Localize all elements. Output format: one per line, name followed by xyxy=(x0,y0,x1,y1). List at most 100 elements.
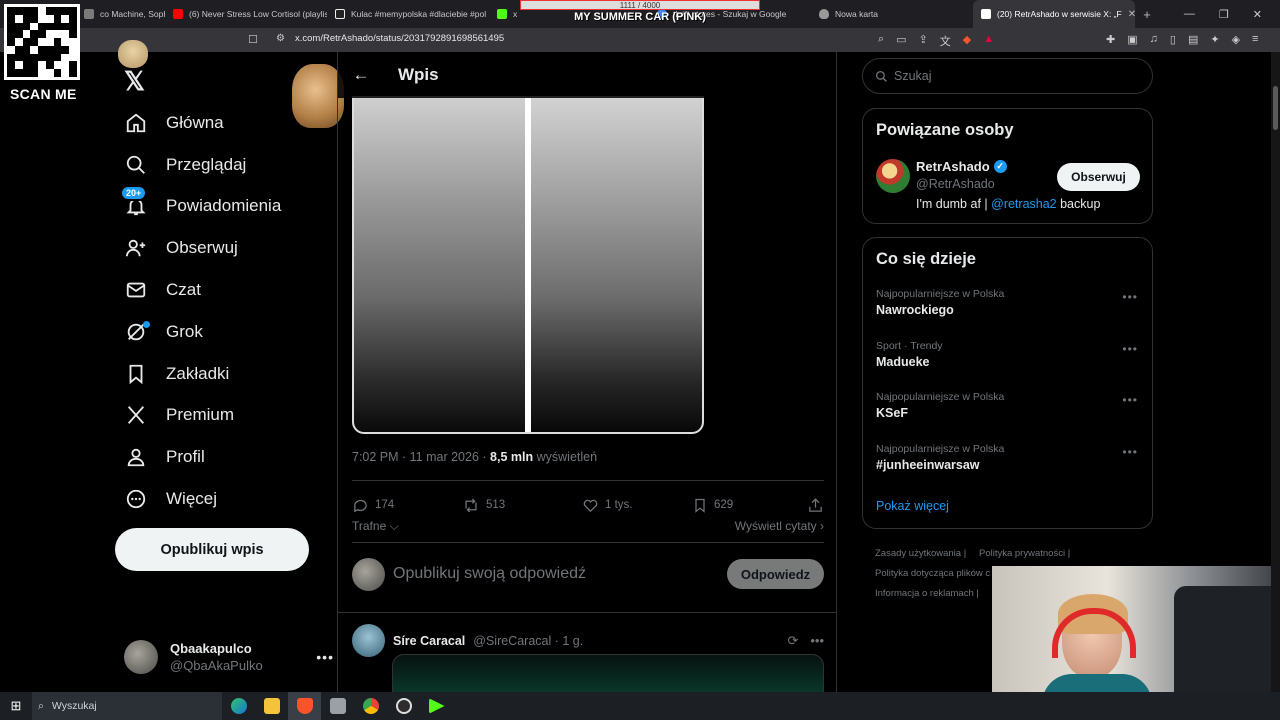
reply-button[interactable]: Odpowiedz xyxy=(727,559,824,589)
page-scrollbar[interactable] xyxy=(1271,52,1280,692)
share-action[interactable] xyxy=(807,497,824,514)
tab-active[interactable]: (20) RetrAshado w serwisie X: „F ✕ xyxy=(973,0,1135,28)
divider xyxy=(352,542,824,543)
extensions-icon[interactable]: ✚ xyxy=(1106,33,1115,46)
account-switcher[interactable]: Qbaakapulco @QbaAkaPulko ••• xyxy=(124,636,334,678)
search-input[interactable]: Szukaj xyxy=(862,58,1153,94)
rewards-icon[interactable]: ▲ xyxy=(983,33,994,49)
sidebar-toggle-icon[interactable]: ▯ xyxy=(1170,33,1176,46)
back-arrow-icon[interactable]: ← xyxy=(338,65,384,85)
cookies-link[interactable]: Polityka dotycząca plików c xyxy=(875,564,1005,584)
nav-bookmarks[interactable]: Zakładki xyxy=(112,353,281,395)
nav-label: Premium xyxy=(166,405,235,425)
post-time[interactable]: 7:02 PM · 11 mar 2026 · xyxy=(352,450,487,464)
person-handle[interactable]: @RetrAshado xyxy=(916,177,995,191)
music-icon[interactable]: ♫ xyxy=(1150,33,1158,46)
avatar[interactable] xyxy=(352,624,385,657)
nav-notifications[interactable]: 20+ Powiadomienia xyxy=(112,184,281,228)
menu-icon[interactable]: ≡ xyxy=(1252,33,1258,46)
trend-name: KSeF xyxy=(876,406,908,420)
post-button[interactable]: Opublikuj wpis xyxy=(115,528,309,571)
nav-chat[interactable]: Czat xyxy=(112,269,281,311)
person-name[interactable]: RetrAshado ✓ xyxy=(916,159,1007,174)
minimize-icon[interactable]: — xyxy=(1184,8,1195,21)
brave-shield-icon[interactable]: ◆ xyxy=(963,33,971,49)
obs-icon[interactable] xyxy=(387,692,420,720)
vpn-icon[interactable]: ◈ xyxy=(1232,33,1240,46)
share-icon[interactable]: ⇪ xyxy=(919,33,928,49)
privacy-link[interactable]: Polityka prywatności | xyxy=(979,544,1089,564)
nav-grok[interactable]: Grok xyxy=(112,311,281,353)
nav-explore[interactable]: Przeglądaj xyxy=(112,144,281,186)
more-dots-icon[interactable]: ••• xyxy=(810,633,824,649)
nav-home[interactable]: Główna xyxy=(112,102,281,144)
screenshot-icon[interactable]: ▭ xyxy=(896,33,906,49)
close-window-icon[interactable]: ✕ xyxy=(1253,8,1262,21)
tab-2[interactable]: (6) Never Stress Low Cortisol (playlis xyxy=(165,0,327,28)
trend-item[interactable]: Najpopularniejsze w Polska Nawrockiego •… xyxy=(876,288,1140,317)
reply-action[interactable]: 174 xyxy=(352,497,462,514)
new-tab-icon[interactable]: + xyxy=(1135,7,1159,22)
kick-app-icon[interactable] xyxy=(420,692,453,720)
nav-premium[interactable]: Premium xyxy=(112,395,281,437)
divider xyxy=(338,612,836,613)
nav-label: Profil xyxy=(166,447,205,467)
main-nav: Główna Przeglądaj 20+ Powiadomienia Obse… xyxy=(112,102,281,520)
wallet2-icon[interactable]: ▤ xyxy=(1188,33,1198,46)
trend-item[interactable]: Najpopularniejsze w Polska KSeF ••• xyxy=(876,391,1140,420)
view-quotes-link[interactable]: Wyświetl cytaty › xyxy=(735,519,824,534)
post-header: ← Wpis xyxy=(338,52,836,98)
reply-media[interactable] xyxy=(392,654,824,692)
translate-icon[interactable]: 文 xyxy=(940,33,951,49)
url-field[interactable]: x.com/RetrAshado/status/2031792891698561… xyxy=(295,33,504,44)
leo-icon[interactable]: ✦ xyxy=(1210,33,1219,46)
views-label: wyświetleń xyxy=(536,450,598,464)
grok-icon[interactable]: ⟳ xyxy=(787,633,798,649)
maximize-icon[interactable]: ❐ xyxy=(1219,8,1229,21)
bio-link[interactable]: @retrasha2 xyxy=(991,197,1057,211)
avatar[interactable] xyxy=(876,159,910,193)
chrome-icon[interactable] xyxy=(354,692,387,720)
reply-author-name[interactable]: Síre Caracal xyxy=(393,634,465,648)
app-icon[interactable] xyxy=(321,692,354,720)
scrollbar-thumb[interactable] xyxy=(1273,86,1278,130)
more-dots-icon[interactable]: ••• xyxy=(1122,342,1138,356)
zoom-icon[interactable]: ⌕ xyxy=(878,33,884,49)
trend-item[interactable]: Sport · Trendy Madueke ••• xyxy=(876,340,1140,369)
site-info-icon[interactable]: ⚙ xyxy=(276,33,285,44)
sort-dropdown[interactable]: Trafne ⌵ xyxy=(352,519,399,534)
bookmark-action[interactable]: 629 xyxy=(692,497,804,514)
tab-3[interactable]: Kulac #memypolska #dlaciebie #pol xyxy=(327,0,489,28)
more-dots-icon[interactable]: ••• xyxy=(1122,290,1138,304)
ads-link[interactable]: Informacja o reklamach | xyxy=(875,584,1005,604)
post-image[interactable] xyxy=(352,96,704,434)
nav-label: Główna xyxy=(166,112,224,132)
nav-profile[interactable]: Profil xyxy=(112,436,281,478)
tab-6[interactable]: Nowa karta xyxy=(811,0,973,28)
reply-author-handle[interactable]: @SireCaracal · 1 g. xyxy=(473,634,583,648)
windows-start-icon[interactable]: ⊞ xyxy=(0,692,32,720)
edge-icon[interactable] xyxy=(222,692,255,720)
brave-icon[interactable] xyxy=(288,692,321,720)
like-action[interactable]: 1 tys. xyxy=(582,497,692,514)
trend-context: Najpopularniejsze w Polska xyxy=(876,443,1005,455)
close-icon[interactable]: ✕ xyxy=(1128,9,1135,20)
taskbar-search[interactable]: ⌕ Wyszukaj xyxy=(32,692,222,720)
like-count: 1 tys. xyxy=(605,499,633,511)
nav-more[interactable]: Więcej xyxy=(112,478,281,520)
more-dots-icon[interactable]: ••• xyxy=(1122,393,1138,407)
wallet-icon[interactable]: ▣ xyxy=(1127,33,1137,46)
account-display-name: Qbaakapulco xyxy=(170,641,252,656)
reply-input[interactable]: Opublikuj swoją odpowiedź xyxy=(393,565,586,583)
repost-action[interactable]: 513 xyxy=(462,497,582,514)
bookmark-page-icon[interactable]: ☐ xyxy=(248,33,258,46)
follow-button[interactable]: Obserwuj xyxy=(1057,163,1140,191)
more-dots-icon[interactable]: ••• xyxy=(1122,445,1138,459)
more-dots-icon[interactable]: ••• xyxy=(316,649,334,665)
trend-item[interactable]: Najpopularniejsze w Polska #junheeinwars… xyxy=(876,443,1140,472)
file-explorer-icon[interactable] xyxy=(255,692,288,720)
quotes-label: Wyświetl cytaty xyxy=(734,519,817,533)
nav-follow[interactable]: Obserwuj xyxy=(112,227,281,269)
x-logo-icon[interactable]: 𝕏 xyxy=(124,66,145,97)
show-more-link[interactable]: Pokaż więcej xyxy=(876,499,949,513)
